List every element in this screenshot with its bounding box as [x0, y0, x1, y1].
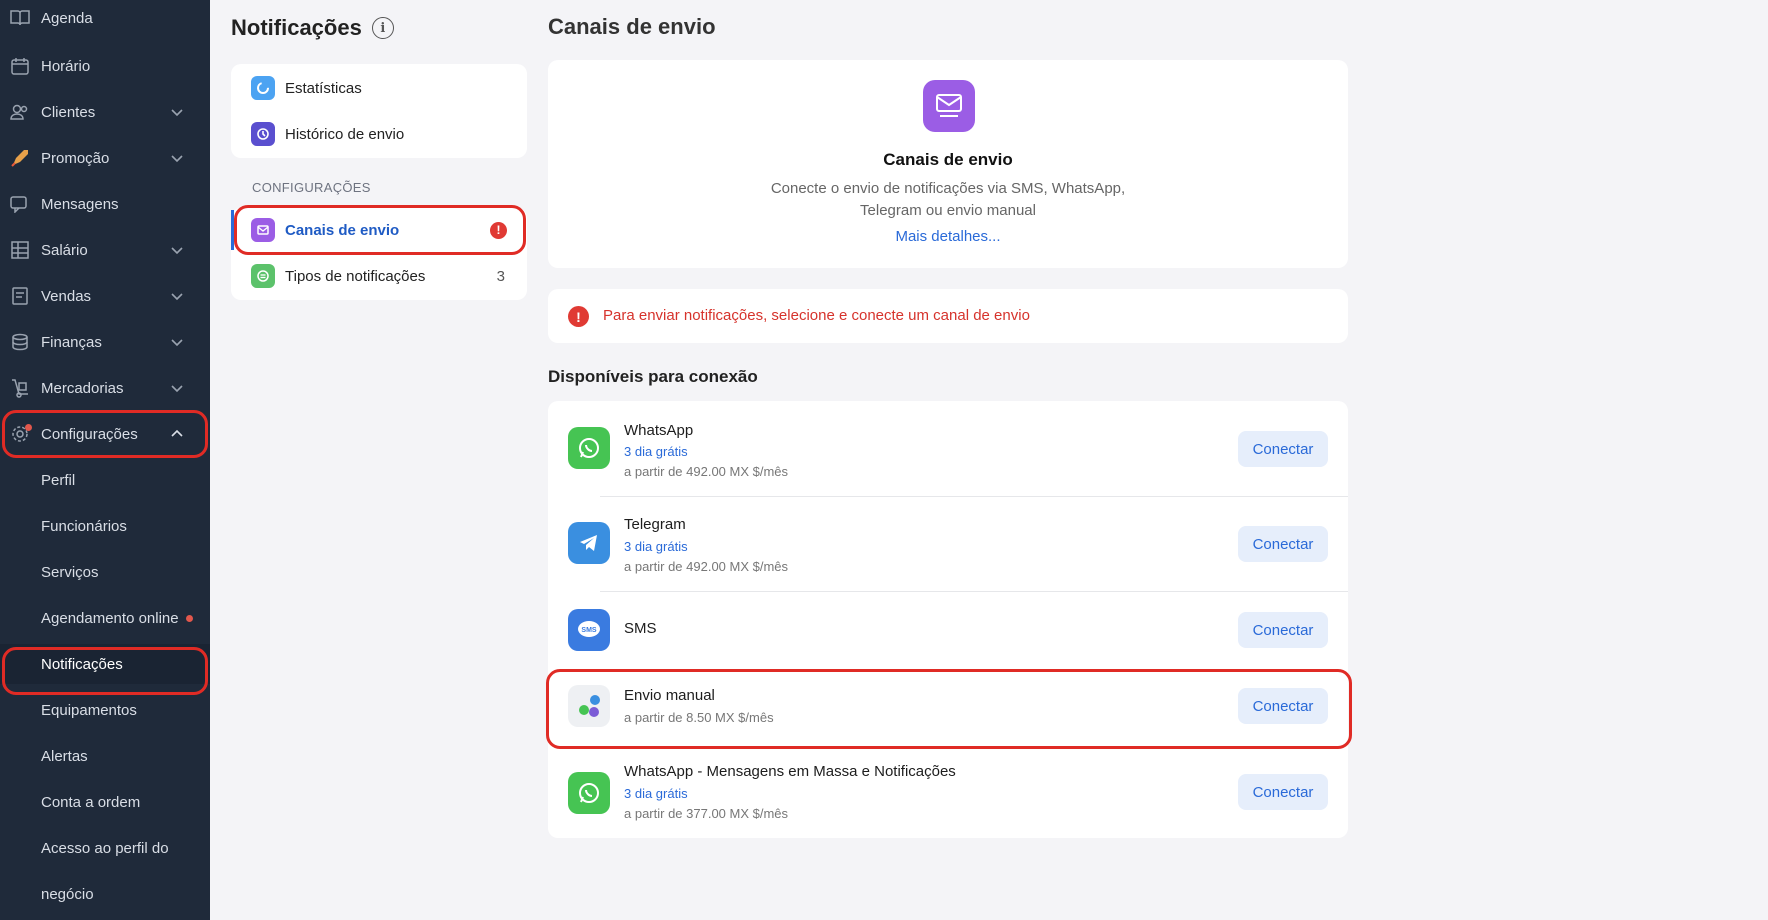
notification-dot: [185, 614, 193, 622]
channel-row-envio-manual: Envio manual a partir de 8.50 MX $/mês C…: [548, 667, 1348, 743]
grid-icon: [9, 239, 31, 261]
connect-button-whatsapp[interactable]: Conectar: [1238, 431, 1328, 467]
connect-button-sms[interactable]: Conectar: [1238, 612, 1328, 648]
book-icon: [9, 7, 31, 29]
sidebar-sub-perfil[interactable]: Perfil: [0, 460, 210, 500]
menu-item-historico[interactable]: Histórico de envio: [231, 112, 527, 156]
channel-row-whatsapp-massa: WhatsApp - Mensagens em Massa e Notifica…: [548, 748, 1348, 838]
whatsapp-icon: [568, 772, 610, 814]
sidebar-sub-funcionarios[interactable]: Funcionários: [0, 506, 210, 546]
channels-hero-icon: [923, 80, 975, 132]
dolly-icon: [9, 377, 31, 399]
sidebar: Agenda Horário Clientes Promoção Mensage…: [0, 0, 210, 920]
history-icon: [251, 122, 275, 146]
telegram-icon: [568, 522, 610, 564]
alert-message: Para enviar notificações, selecione e co…: [603, 307, 1030, 324]
receipt-icon: [9, 285, 31, 307]
section-label-configuracoes: CONFIGURAÇÕES: [252, 180, 371, 195]
menu-item-estatisticas[interactable]: Estatísticas: [231, 66, 527, 110]
gear-icon: [9, 423, 32, 445]
sidebar-sub-equipamentos[interactable]: Equipamentos: [0, 690, 210, 730]
active-indicator: [231, 210, 234, 250]
rocket-icon: [9, 147, 31, 169]
sidebar-item-clientes[interactable]: Clientes: [0, 92, 210, 132]
connect-button-whatsapp-massa[interactable]: Conectar: [1238, 774, 1328, 810]
page-title: Canais de envio: [548, 14, 716, 39]
sidebar-item-agenda[interactable]: Agenda: [0, 0, 210, 38]
calendar-icon: [9, 55, 31, 77]
sidebar-sub-agendamento-online[interactable]: Agendamento online: [0, 598, 210, 638]
sms-icon: SMS: [568, 609, 610, 651]
connect-button-envio-manual[interactable]: Conectar: [1238, 688, 1328, 724]
notification-types-icon: [251, 264, 275, 288]
sidebar-sub-conta-a-ordem[interactable]: Conta a ordem: [0, 782, 210, 822]
chevron-down-icon: [171, 339, 183, 347]
sidebar-item-vendas[interactable]: Vendas: [0, 276, 210, 316]
channel-row-sms: SMS SMS Conectar: [548, 591, 1348, 667]
menu-item-tipos-de-notificacoes[interactable]: Tipos de notificações 3: [231, 254, 527, 298]
chevron-down-icon: [171, 109, 183, 117]
users-icon: [9, 101, 31, 123]
hero-title: Canais de envio: [883, 150, 1013, 169]
more-details-link[interactable]: Mais detalhes...: [548, 228, 1348, 245]
sidebar-sub-servicos[interactable]: Serviços: [0, 552, 210, 592]
chevron-up-icon: [171, 429, 183, 437]
notification-dot: [25, 424, 32, 431]
alert-icon: !: [568, 306, 589, 327]
alert-badge: !: [490, 221, 507, 239]
notifications-panel-title: Notificações i: [231, 15, 394, 41]
settings-menu-card: Canais de envio ! Tipos de notificações …: [231, 208, 527, 300]
sidebar-sub-acesso-perfil[interactable]: Acesso ao perfil do: [0, 828, 210, 868]
menu-item-canais-de-envio[interactable]: Canais de envio !: [231, 208, 527, 252]
chevron-down-icon: [171, 155, 183, 163]
sidebar-item-promocao[interactable]: Promoção: [0, 138, 210, 178]
sidebar-sub-negocio[interactable]: negócio: [0, 874, 210, 914]
sidebar-item-configuracoes[interactable]: Configurações: [0, 414, 210, 454]
notifications-menu-card: Estatísticas Histórico de envio: [231, 64, 527, 158]
sidebar-sub-alertas[interactable]: Alertas: [0, 736, 210, 776]
coins-icon: [9, 331, 31, 353]
chevron-down-icon: [171, 385, 183, 393]
info-icon[interactable]: i: [371, 17, 394, 39]
connect-button-telegram[interactable]: Conectar: [1238, 526, 1328, 562]
whatsapp-icon: [568, 427, 610, 469]
chevron-down-icon: [171, 247, 183, 255]
svg-text:SMS: SMS: [581, 627, 597, 634]
notification-types-count: 3: [496, 267, 505, 285]
chat-icon: [9, 193, 31, 215]
channel-row-telegram: Telegram 3 dia grátis a partir de 492.00…: [548, 496, 1348, 591]
sidebar-item-horario[interactable]: Horário: [0, 46, 210, 86]
manual-send-icon: [568, 685, 610, 727]
hero-description: Conecte o envio de notificações via SMS,…: [770, 180, 1126, 219]
channels-icon: [251, 218, 275, 242]
sidebar-item-salario[interactable]: Salário: [0, 230, 210, 270]
channel-row-whatsapp: WhatsApp 3 dia grátis a partir de 492.00…: [548, 401, 1348, 496]
sidebar-sub-notificacoes[interactable]: Notificações: [0, 644, 210, 684]
sidebar-item-mensagens[interactable]: Mensagens: [0, 184, 210, 224]
available-section-title: Disponíveis para conexão: [548, 367, 758, 386]
stats-icon: [251, 76, 275, 100]
sidebar-item-mercadorias[interactable]: Mercadorias: [0, 368, 210, 408]
chevron-down-icon: [171, 293, 183, 301]
sidebar-item-financas[interactable]: Finanças: [0, 322, 210, 362]
